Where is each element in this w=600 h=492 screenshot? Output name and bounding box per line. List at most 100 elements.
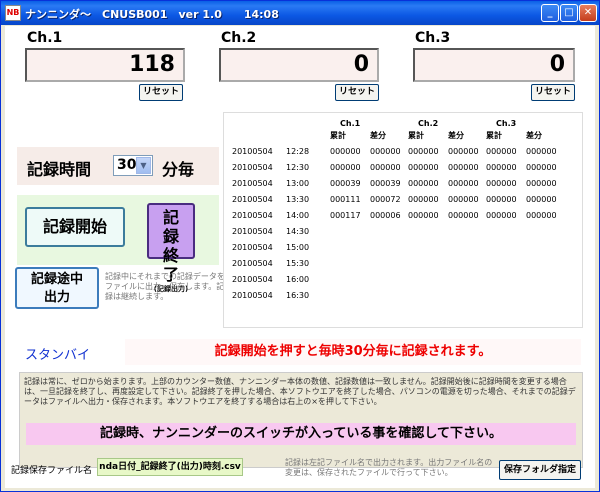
log-value: 000000 (448, 179, 479, 188)
log-time: 12:30 (286, 163, 310, 172)
log-value: 000000 (448, 163, 479, 172)
ch2-label: Ch.2 (221, 30, 257, 46)
chevron-down-icon[interactable]: ▼ (136, 157, 151, 174)
log-value: 000000 (448, 211, 479, 220)
file-name: nda日付_記録終了(出力)時刻.csv (97, 458, 243, 476)
info-box: 記録は常に、ゼロから始まります。上部のカウンター数値、ナンニンダー本体の数値、記… (19, 372, 583, 468)
log-value: 000000 (526, 195, 557, 204)
window-title: ナンニンダ〜 CNUSB001 ver 1.0 14:08 (25, 8, 279, 21)
log-ch3-header: Ch.3 (496, 119, 517, 128)
ch1-reset-button[interactable]: リセット (139, 84, 183, 101)
log-time: 13:30 (286, 195, 310, 204)
log-date: 20100504 (232, 291, 273, 300)
log-value: 000000 (370, 163, 401, 172)
log-value: 000000 (486, 147, 517, 156)
log-value: 000000 (486, 211, 517, 220)
log-row: 20100504 12:28 000000 000000 000000 000000 000… (224, 147, 584, 163)
log-value: 000000 (526, 163, 557, 172)
log-value: 000000 (526, 179, 557, 188)
recording-notice: 記録開始を押すと毎時30分毎に記録されます。 (125, 339, 581, 365)
log-value: 000111 (330, 195, 361, 204)
log-row: 20100504 16:30 (224, 291, 584, 307)
switch-warning: 記録時、ナンニンダーのスイッチが入っている事を確認して下さい。 (26, 423, 576, 445)
log-subheader: 累計 (408, 131, 424, 140)
interval-value: 30 (117, 157, 137, 173)
log-value: 000006 (370, 211, 401, 220)
ch2-reset-button[interactable]: リセット (335, 84, 379, 101)
record-control-panel: 記録開始 記録終了 (記録出力) (17, 195, 219, 293)
interval-select[interactable]: 30 ▼ (113, 155, 153, 176)
log-row: 20100504 15:30 (224, 259, 584, 275)
interim-output-note: 記録中にそれまでの記録データをファイルに出力・保存します。記録は継続します。 (105, 272, 225, 301)
log-date: 20100504 (232, 163, 273, 172)
log-subheader: 累計 (330, 131, 346, 140)
log-time: 15:00 (286, 243, 310, 252)
ch1-label: Ch.1 (27, 30, 63, 46)
log-value: 000000 (408, 147, 439, 156)
log-subheader: 差分 (448, 131, 464, 140)
ch3-reset-button[interactable]: リセット (531, 84, 575, 101)
log-row: 20100504 14:30 (224, 227, 584, 243)
file-note: 記録は左記ファイル名で出力されます。出力ファイル名の変更は、保存されたファイルで… (285, 458, 493, 477)
log-row: 20100504 13:00 000039 000039 000000 000000 000… (224, 179, 584, 195)
log-ch1-header: Ch.1 (340, 119, 361, 128)
log-row: 20100504 12:30 000000 000000 000000 000000 000… (224, 163, 584, 179)
log-time: 14:30 (286, 227, 310, 236)
save-folder-button[interactable]: 保存フォルダ指定 (499, 460, 581, 480)
interval-unit: 分毎 (162, 160, 195, 179)
log-value: 000000 (370, 147, 401, 156)
log-row: 20100504 15:00 (224, 243, 584, 259)
log-row: 20100504 16:00 (224, 275, 584, 291)
ch2-counter: 0 (219, 48, 379, 82)
close-button[interactable]: ✕ (579, 4, 597, 22)
log-time: 13:00 (286, 179, 310, 188)
log-value: 000000 (486, 195, 517, 204)
log-date: 20100504 (232, 179, 273, 188)
ch3-counter: 0 (413, 48, 575, 82)
log-date: 20100504 (232, 195, 273, 204)
log-value: 000000 (408, 179, 439, 188)
log-date: 20100504 (232, 259, 273, 268)
log-subheader: 累計 (486, 131, 502, 140)
maximize-button[interactable]: □ (560, 4, 578, 22)
minimize-button[interactable]: _ (541, 4, 559, 22)
app-window: NB ナンニンダ〜 CNUSB001 ver 1.0 14:08 _ □ ✕ C… (0, 0, 600, 492)
log-value: 000000 (448, 195, 479, 204)
client-area: Ch.1 118 リセット Ch.2 0 リセット Ch.3 0 リセット 記録… (5, 26, 595, 488)
ch1-counter: 118 (25, 48, 185, 82)
start-recording-button[interactable]: 記録開始 (25, 207, 125, 247)
log-row: 20100504 14:00 000117 000006 000000 000000 000… (224, 211, 584, 227)
log-time: 14:00 (286, 211, 310, 220)
title-bar[interactable]: NB ナンニンダ〜 CNUSB001 ver 1.0 14:08 _ □ ✕ (1, 1, 599, 25)
app-icon: NB (5, 5, 21, 21)
log-value: 000000 (486, 163, 517, 172)
log-subheader: 差分 (526, 131, 542, 140)
file-label: 記録保存ファイル名 (11, 466, 93, 476)
status-text: スタンバイ (25, 348, 91, 363)
log-row: 20100504 13:30 000111 000072 000000 000000 000… (224, 195, 584, 211)
log-subheader: 差分 (370, 131, 386, 140)
log-time: 16:30 (286, 291, 310, 300)
log-time: 12:28 (286, 147, 310, 156)
log-time: 15:30 (286, 259, 310, 268)
log-value: 000000 (526, 147, 557, 156)
info-text: 記録は常に、ゼロから始まります。上部のカウンター数値、ナンニンダー本体の数値、記… (24, 377, 576, 406)
log-value: 000000 (408, 195, 439, 204)
log-date: 20100504 (232, 147, 273, 156)
log-date: 20100504 (232, 211, 273, 220)
log-time: 16:00 (286, 275, 310, 284)
log-value: 000039 (370, 179, 401, 188)
interim-output-button[interactable]: 記録途中出力 (15, 267, 99, 309)
log-date: 20100504 (232, 275, 273, 284)
log-value: 000039 (330, 179, 361, 188)
log-value: 000000 (408, 163, 439, 172)
interim-output-label: 記録途中出力 (30, 272, 83, 305)
log-value: 000117 (330, 211, 361, 220)
log-value: 000072 (370, 195, 401, 204)
log-date: 20100504 (232, 227, 273, 236)
interval-panel: 記録時間 30 ▼ 分毎 (17, 147, 219, 185)
end-recording-button[interactable]: 記録終了 (記録出力) (147, 203, 195, 293)
ch3-label: Ch.3 (415, 30, 451, 46)
log-value: 000000 (448, 147, 479, 156)
log-value: 000000 (408, 211, 439, 220)
